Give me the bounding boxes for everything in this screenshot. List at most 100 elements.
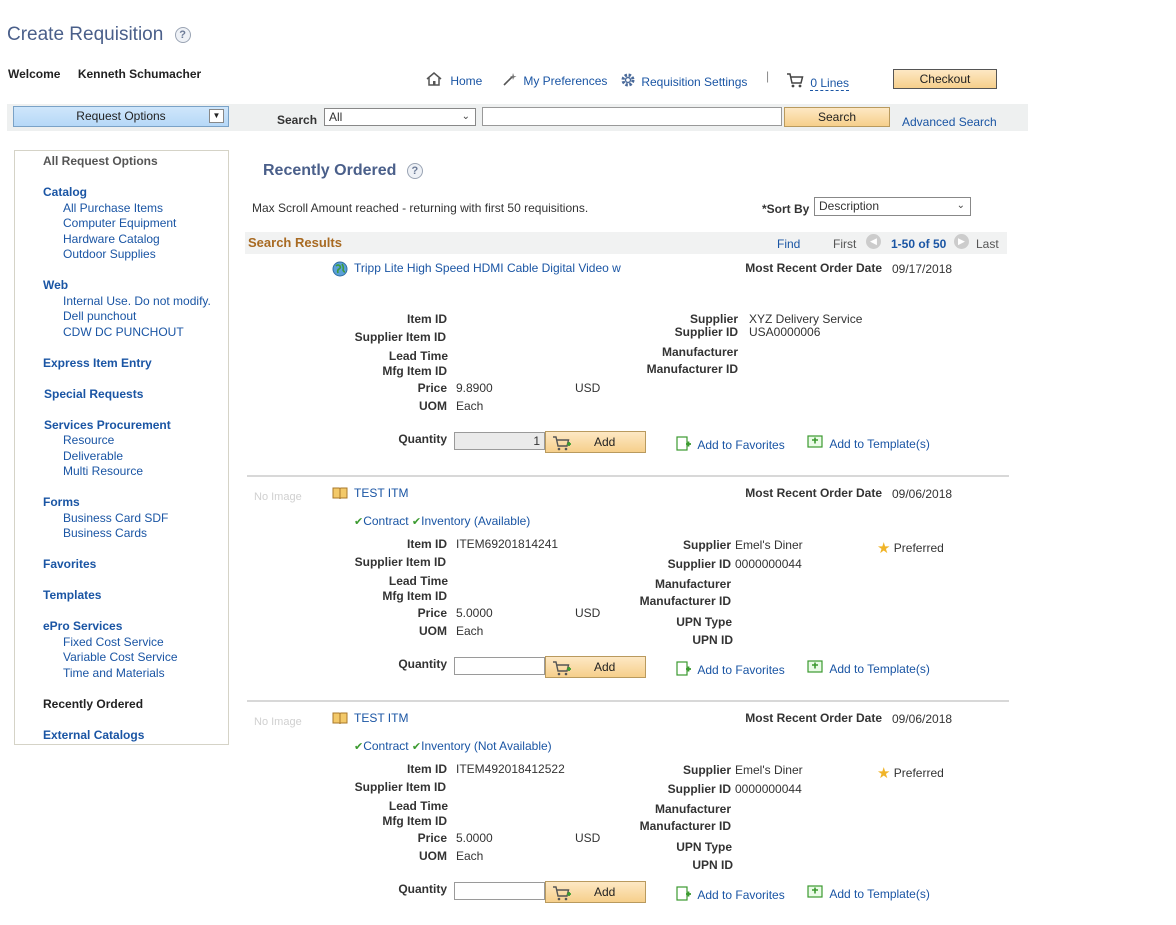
sidebar-item-internal-use[interactable]: Internal Use. Do not modify. (63, 294, 211, 308)
sort-by-select[interactable]: Description ⌄ (814, 197, 971, 216)
preferences-link[interactable]: My Preferences (503, 72, 607, 88)
sidebar-item-multi-resource[interactable]: Multi Resource (63, 464, 143, 478)
supplier-item-id-label: Supplier Item ID (354, 330, 446, 344)
sidebar-item-outdoor-supplies[interactable]: Outdoor Supplies (63, 247, 156, 261)
add-favorites-label[interactable]: Add to Favorites (697, 438, 784, 452)
add-template-label[interactable]: Add to Template(s) (829, 662, 930, 676)
sidebar-item-dell-punchout[interactable]: Dell punchout (63, 309, 136, 323)
search-button[interactable]: Search (784, 107, 890, 127)
supplier-label: Supplier (689, 312, 738, 326)
add-template-label[interactable]: Add to Template(s) (829, 887, 930, 901)
add-template-link[interactable]: Add to Template(s) (807, 660, 930, 676)
add-template-link[interactable]: Add to Template(s) (807, 885, 930, 901)
sidebar-item-business-cards[interactable]: Business Cards (63, 526, 147, 540)
add-to-cart-button[interactable]: Add (545, 881, 646, 903)
sidebar-item-hardware-catalog[interactable]: Hardware Catalog (63, 232, 160, 246)
home-link[interactable]: Home (426, 72, 482, 88)
upn-id-label: UPN ID (692, 633, 733, 647)
add-favorites-label[interactable]: Add to Favorites (697, 663, 784, 677)
sidebar-item-all-purchase-items[interactable]: All Purchase Items (63, 201, 163, 215)
add-favorites-link[interactable]: Add to Favorites (676, 886, 785, 902)
section-help-icon[interactable]: ? (406, 162, 423, 179)
settings-label[interactable]: Requisition Settings (641, 75, 747, 89)
lead-time-label: Lead Time (388, 349, 448, 363)
book-icon (332, 487, 348, 503)
sidebar-item-services-procurement[interactable]: Services Procurement (44, 418, 171, 432)
sort-by-label: *Sort By (762, 202, 810, 216)
sidebar-item-cdw-punchout[interactable]: CDW DC PUNCHOUT (63, 325, 184, 339)
sidebar-item-computer-equipment[interactable]: Computer Equipment (63, 216, 176, 230)
supplier-id-value: 0000000044 (735, 782, 802, 796)
dropdown-arrow-icon[interactable]: ▼ (209, 109, 224, 123)
manufacturer-id-label: Manufacturer ID (646, 362, 738, 376)
inventory-link[interactable]: Inventory (Not Available) (421, 739, 552, 753)
item-id-label: Item ID (406, 537, 447, 551)
search-scope-select[interactable]: All ⌄ (324, 108, 476, 126)
mfg-item-id-label: Mfg Item ID (382, 364, 447, 378)
help-icon[interactable]: ? (174, 26, 191, 43)
sidebar-item-express-item-entry[interactable]: Express Item Entry (43, 356, 152, 370)
previous-icon[interactable]: ◀ (866, 234, 881, 249)
sidebar-item-time-and-materials[interactable]: Time and Materials (63, 666, 165, 680)
cart-icon (787, 73, 804, 88)
last-label[interactable]: Last (976, 237, 999, 251)
add-favorites-label[interactable]: Add to Favorites (697, 888, 784, 902)
sidebar-item-resource[interactable]: Resource (63, 433, 114, 447)
mfg-item-id-label: Mfg Item ID (382, 814, 447, 828)
advanced-search-link[interactable]: Advanced Search (902, 115, 997, 129)
sidebar-item-external-catalogs[interactable]: External Catalogs (43, 728, 144, 742)
add-label: Add (594, 885, 616, 899)
sidebar-item-special-requests[interactable]: Special Requests (44, 387, 143, 401)
request-options-button[interactable]: Request Options ▼ (13, 106, 229, 127)
cart-lines-link[interactable]: 0 Lines (810, 76, 850, 91)
supplier-value: Emel's Diner (735, 538, 803, 552)
checkout-button[interactable]: Checkout (893, 69, 997, 89)
sidebar-item-deliverable[interactable]: Deliverable (63, 449, 123, 463)
lead-time-label: Lead Time (388, 574, 448, 588)
sidebar-item-variable-cost-service[interactable]: Variable Cost Service (63, 650, 178, 664)
contract-link[interactable]: Contract (363, 739, 408, 753)
add-favorites-link[interactable]: Add to Favorites (676, 436, 785, 452)
search-input[interactable] (482, 107, 782, 126)
sidebar-item-all-request-options[interactable]: All Request Options (43, 154, 158, 168)
page-title-text: Create Requisition (7, 24, 164, 45)
sidebar-item-catalog[interactable]: Catalog (43, 185, 87, 199)
add-to-cart-button[interactable]: Add (545, 431, 646, 453)
next-icon[interactable]: ▶ (954, 234, 969, 249)
sidebar-item-business-card-sdf[interactable]: Business Card SDF (63, 511, 168, 525)
uom-label: UOM (419, 399, 447, 413)
add-template-link[interactable]: Add to Template(s) (807, 435, 930, 451)
first-label[interactable]: First (833, 237, 856, 251)
manufacturer-label: Manufacturer (661, 345, 738, 359)
sidebar-item-fixed-cost-service[interactable]: Fixed Cost Service (63, 635, 164, 649)
item-title-link[interactable]: TEST ITM (354, 711, 408, 725)
add-template-icon (807, 885, 823, 898)
scroll-message: Max Scroll Amount reached - returning wi… (252, 201, 589, 215)
find-link[interactable]: Find (777, 237, 800, 251)
sidebar-item-templates[interactable]: Templates (43, 588, 101, 602)
sidebar-item-web[interactable]: Web (43, 278, 68, 292)
supplier-id-label: Supplier ID (674, 325, 738, 339)
sidebar-item-epro-services[interactable]: ePro Services (43, 619, 122, 633)
sidebar-item-forms[interactable]: Forms (43, 495, 80, 509)
welcome-label: Welcome (8, 67, 61, 81)
sidebar-item-recently-ordered[interactable]: Recently Ordered (43, 697, 143, 711)
chevron-down-icon: ⌄ (461, 111, 470, 122)
contract-link[interactable]: Contract (363, 514, 408, 528)
home-label[interactable]: Home (450, 74, 482, 88)
item-title-link[interactable]: Tripp Lite High Speed HDMI Cable Digital… (354, 261, 621, 275)
quantity-label: Quantity (398, 882, 447, 896)
sidebar-item-favorites[interactable]: Favorites (43, 557, 96, 571)
inventory-link[interactable]: Inventory (Available) (421, 514, 530, 528)
cart-link[interactable]: 0 Lines (786, 72, 850, 91)
quantity-input[interactable] (454, 657, 545, 675)
quantity-input[interactable]: 1 (454, 432, 545, 450)
check-icon: ✔ (411, 516, 422, 528)
quantity-input[interactable] (454, 882, 545, 900)
item-title-link[interactable]: TEST ITM (354, 486, 408, 500)
add-favorites-link[interactable]: Add to Favorites (676, 661, 785, 677)
settings-link[interactable]: Requisition Settings (620, 72, 747, 89)
add-to-cart-button[interactable]: Add (545, 656, 646, 678)
preferences-label[interactable]: My Preferences (523, 74, 607, 88)
add-template-label[interactable]: Add to Template(s) (829, 437, 930, 451)
